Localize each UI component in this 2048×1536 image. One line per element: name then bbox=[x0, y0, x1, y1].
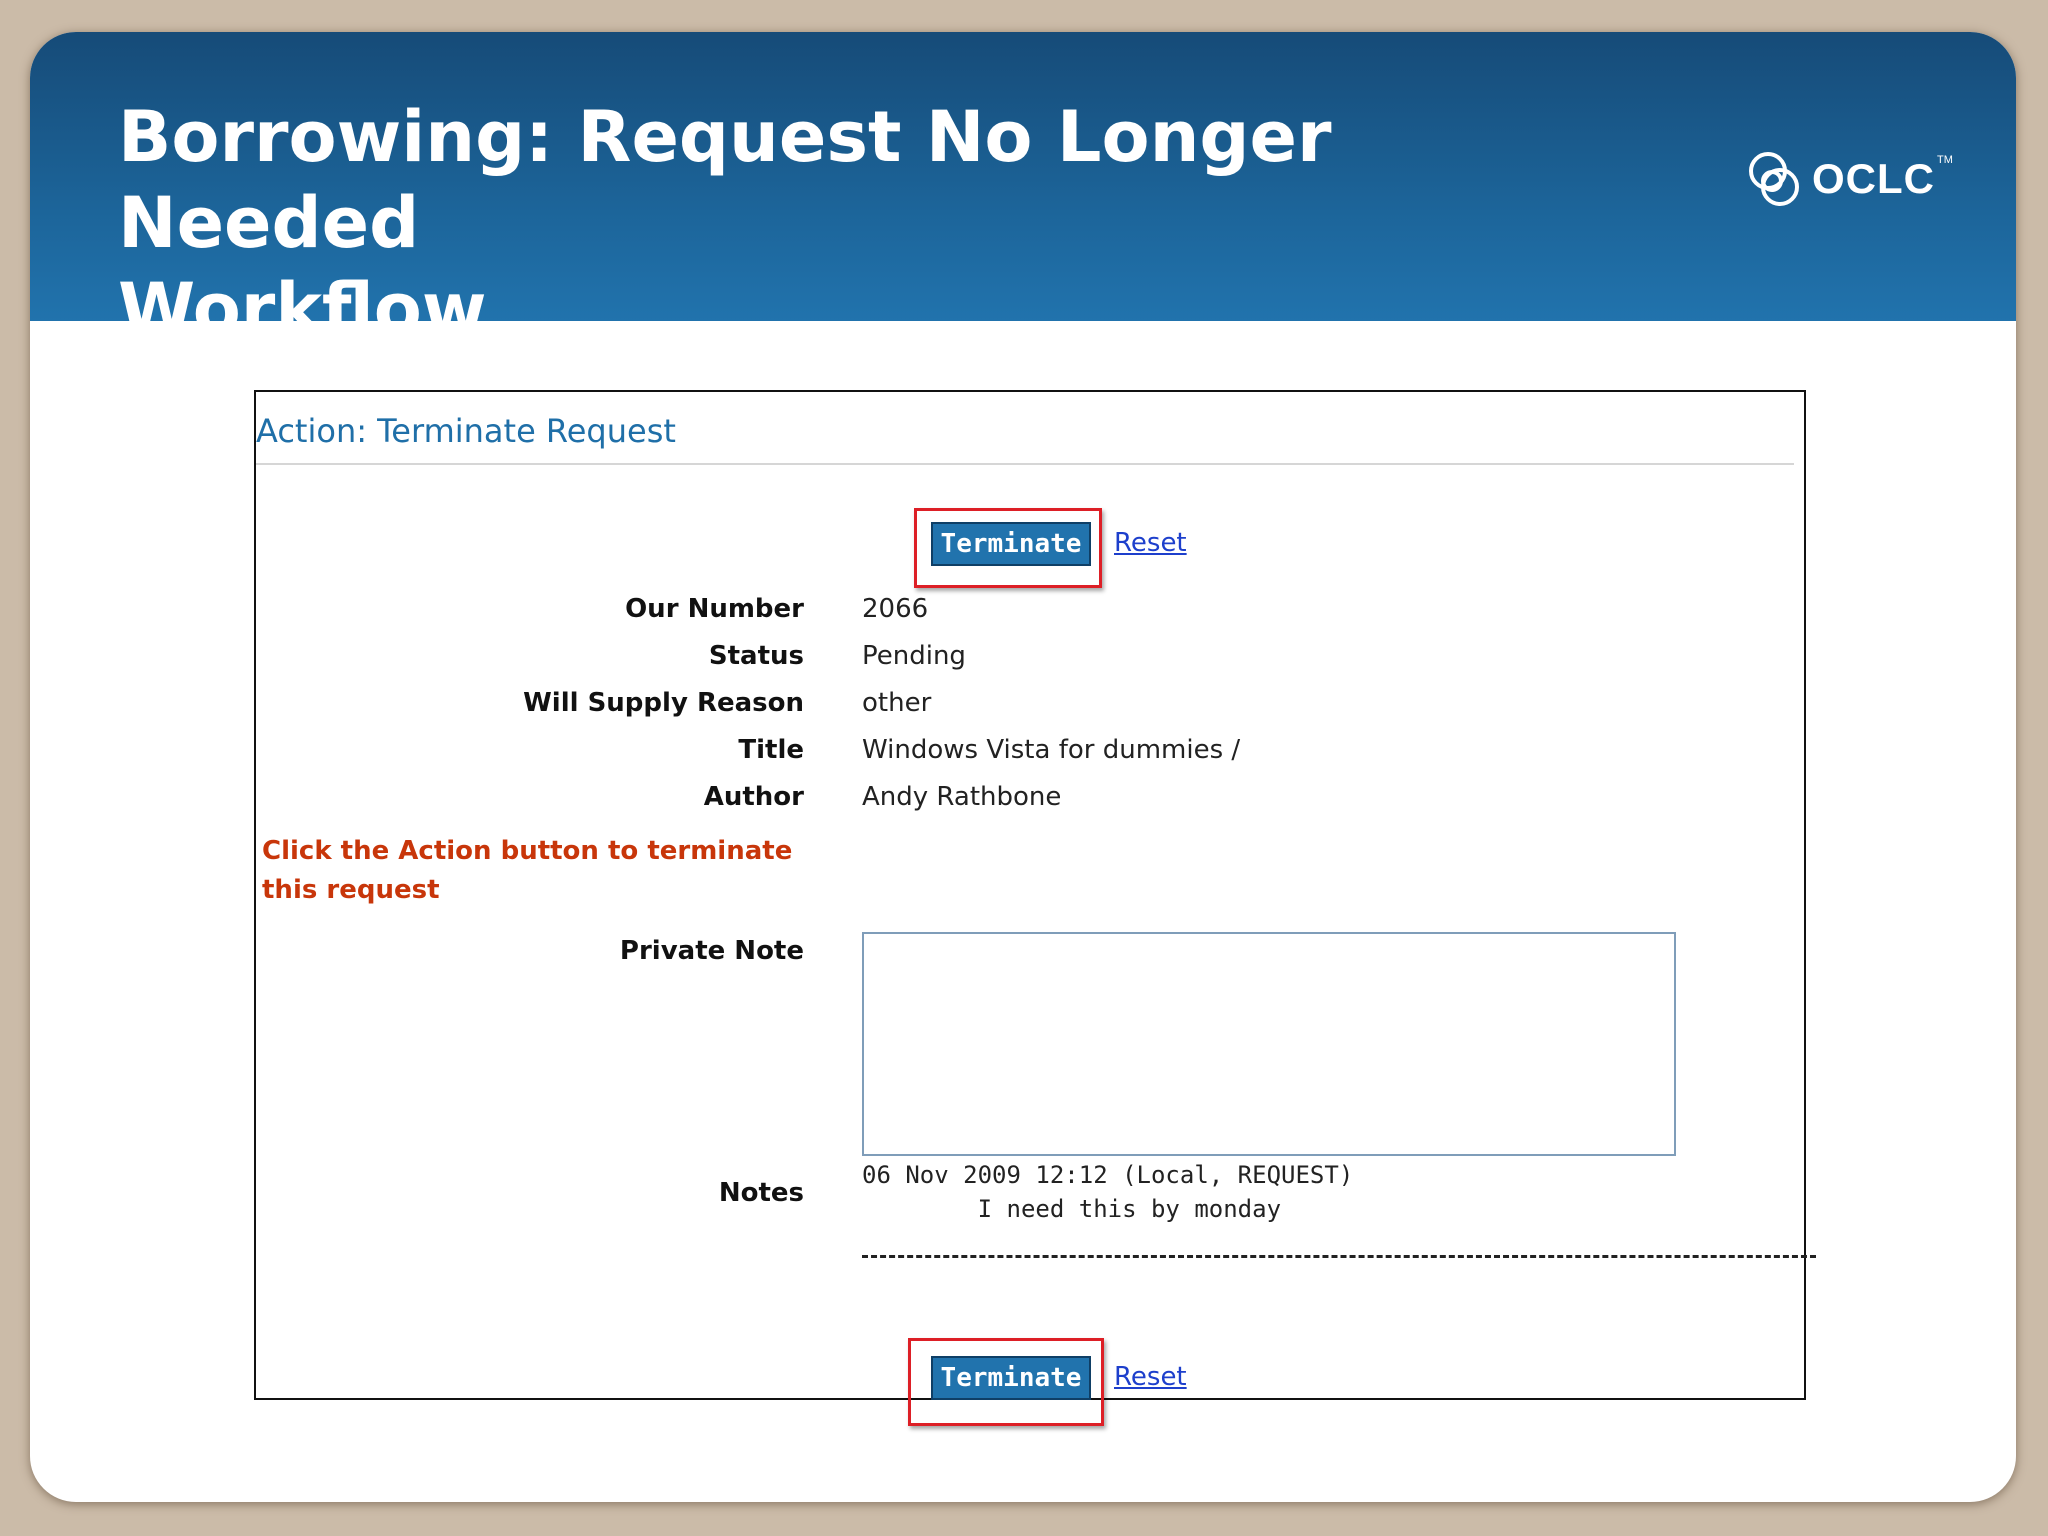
author-label: Author bbox=[703, 782, 804, 812]
reset-link-bottom[interactable]: Reset bbox=[1114, 1362, 1187, 1392]
notes-line1: 06 Nov 2009 12:12 (Local, REQUEST) bbox=[862, 1161, 1354, 1189]
instruction-callout: Click the Action button to terminate thi… bbox=[262, 832, 822, 910]
status-value: Pending bbox=[862, 641, 966, 671]
title-label: Title bbox=[738, 735, 804, 765]
terminate-button-top[interactable]: Terminate bbox=[931, 522, 1091, 566]
status-label: Status bbox=[708, 641, 804, 671]
author-value: Andy Rathbone bbox=[862, 782, 1062, 812]
instruction-line1: Click the Action button to terminate bbox=[262, 836, 793, 866]
logo-text: OCLC bbox=[1812, 155, 1935, 202]
title-value: Windows Vista for dummies / bbox=[862, 735, 1241, 765]
terminate-button-bottom[interactable]: Terminate bbox=[931, 1356, 1091, 1400]
logo-trademark: TM bbox=[1937, 154, 1953, 166]
notes-line2: I need this by monday bbox=[862, 1195, 1282, 1223]
top-action-row: Terminate Reset bbox=[256, 508, 1804, 588]
private-note-label: Private Note bbox=[619, 936, 804, 966]
heading-divider bbox=[256, 463, 1794, 465]
oclc-logo: OCLC TM bbox=[1744, 144, 1953, 214]
terminate-request-panel: Action: Terminate Request Terminate Rese… bbox=[254, 390, 1816, 1426]
our-number-label: Our Number bbox=[625, 594, 804, 624]
title-banner: Borrowing: Request No Longer Needed Work… bbox=[30, 32, 2016, 350]
slide-title: Borrowing: Request No Longer Needed Work… bbox=[118, 94, 1618, 352]
notes-label: Notes bbox=[718, 1178, 804, 1208]
oclc-logo-icon bbox=[1749, 152, 1799, 206]
slide-title-line2: Workflow bbox=[118, 268, 487, 350]
panel-heading: Action: Terminate Request bbox=[256, 412, 676, 450]
slide: Borrowing: Request No Longer Needed Work… bbox=[30, 32, 2016, 1502]
our-number-value: 2066 bbox=[862, 594, 929, 624]
instruction-line2: this request bbox=[262, 875, 440, 905]
notes-separator bbox=[862, 1255, 1816, 1258]
will-supply-reason-value: other bbox=[862, 688, 932, 718]
slide-title-line1: Borrowing: Request No Longer Needed bbox=[118, 96, 1332, 264]
private-note-textarea[interactable] bbox=[862, 932, 1676, 1156]
reset-link-top[interactable]: Reset bbox=[1114, 528, 1187, 558]
will-supply-reason-label: Will Supply Reason bbox=[523, 688, 804, 718]
bottom-action-row: Terminate Reset bbox=[256, 1338, 1804, 1426]
notes-content: 06 Nov 2009 12:12 (Local, REQUEST) I nee… bbox=[862, 1158, 1353, 1226]
